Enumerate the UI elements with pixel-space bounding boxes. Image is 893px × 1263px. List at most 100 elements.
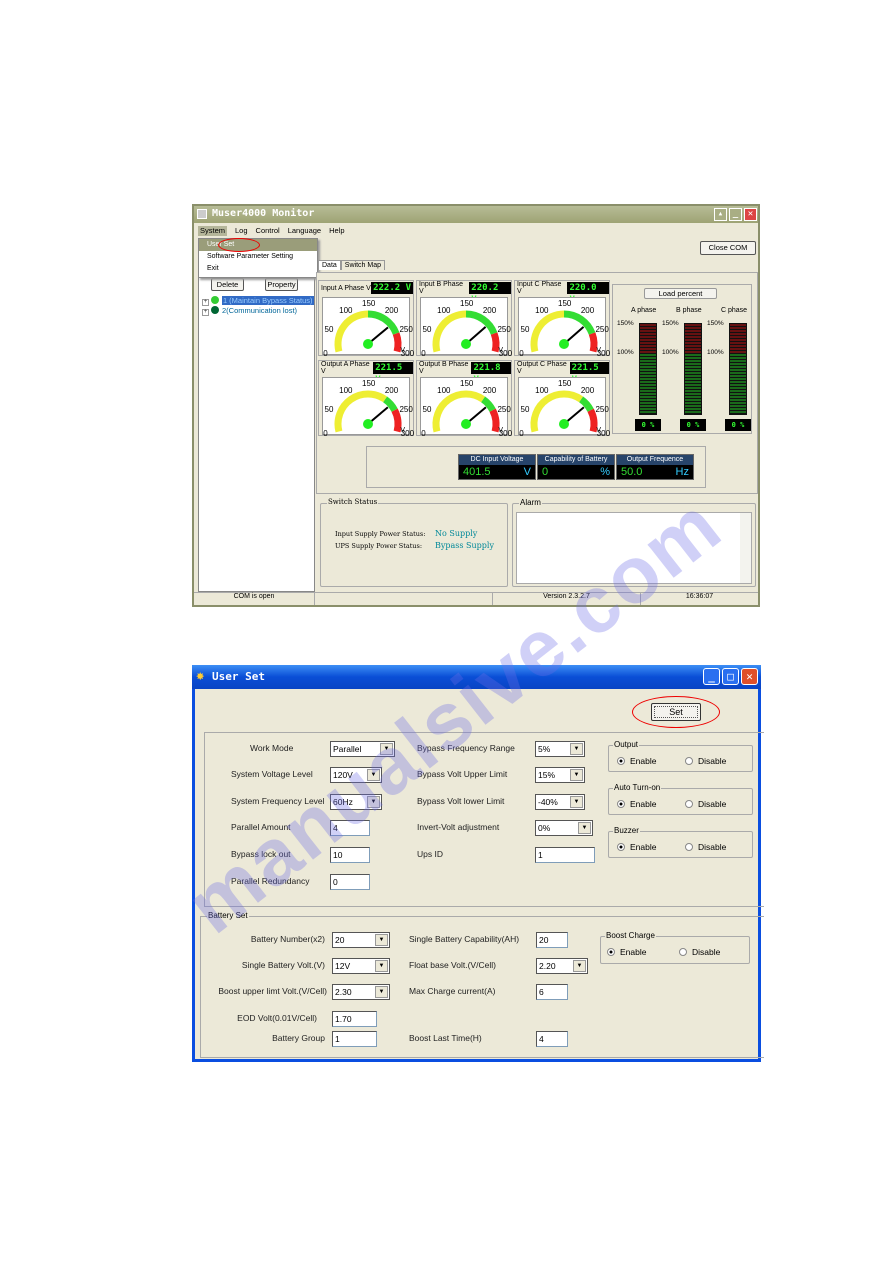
- chevron-down-icon[interactable]: ▼: [573, 960, 586, 972]
- load-bar-segment: [685, 378, 701, 380]
- auto-turn-on-disable-radio[interactable]: Disable: [685, 799, 726, 809]
- load-bar-segment: [730, 366, 746, 368]
- ups-id-input[interactable]: 1: [535, 847, 595, 863]
- output-disable-radio[interactable]: Disable: [685, 756, 726, 766]
- radio-icon[interactable]: [679, 948, 687, 956]
- chevron-down-icon[interactable]: ▼: [578, 822, 591, 834]
- menu-control[interactable]: Control: [256, 226, 280, 236]
- buzzer-disable-radio[interactable]: Disable: [685, 842, 726, 852]
- close-icon[interactable]: ✕: [741, 668, 758, 685]
- field-value: 6: [539, 987, 544, 997]
- radio-icon[interactable]: [607, 948, 615, 956]
- radio-icon[interactable]: [617, 757, 625, 765]
- field-value: 5%: [538, 744, 551, 754]
- tree-item[interactable]: +2(Communication lost): [202, 306, 314, 316]
- gauge-band: [392, 332, 402, 353]
- radio-icon[interactable]: [617, 843, 625, 851]
- tab-switch-map[interactable]: Switch Map: [340, 260, 385, 270]
- chevron-down-icon[interactable]: ▼: [367, 796, 380, 808]
- load-bar-segment: [730, 384, 746, 386]
- alarm-group: Alarm: [512, 498, 756, 587]
- expand-icon[interactable]: +: [202, 309, 209, 316]
- property-button[interactable]: Property: [265, 278, 298, 291]
- buzzer-enable-radio[interactable]: Enable: [617, 842, 656, 852]
- system-voltage-level-select[interactable]: 120V ▼: [330, 767, 382, 783]
- boost-charge-disable-radio[interactable]: Disable: [679, 947, 720, 957]
- radio-label: Enable: [630, 799, 657, 809]
- boost-upper-limt-volt-v-cell--select[interactable]: 2.30 ▼: [332, 984, 390, 1000]
- battery-group-input[interactable]: 1: [332, 1031, 377, 1047]
- load-bar-segment: [640, 375, 656, 377]
- field-label: Battery Group: [272, 1033, 325, 1043]
- minimize-icon[interactable]: _: [729, 208, 742, 221]
- gauge-hub: [461, 419, 471, 429]
- field-value: Parallel: [333, 744, 362, 754]
- menu-help[interactable]: Help: [329, 226, 344, 236]
- switch-status-group: Switch Status Input Supply Power Status:…: [320, 498, 508, 587]
- load-bar-segment: [730, 369, 746, 371]
- output-enable-radio[interactable]: Enable: [617, 756, 656, 766]
- radio-label: Disable: [698, 799, 727, 809]
- chevron-down-icon[interactable]: ▼: [570, 743, 583, 755]
- chevron-down-icon[interactable]: ▼: [375, 960, 388, 972]
- max-charge-current-a--input[interactable]: 6: [536, 984, 568, 1000]
- menu-item-exit[interactable]: Exit: [199, 263, 317, 275]
- auto-turn-on-enable-radio[interactable]: Enable: [617, 799, 656, 809]
- radio-label: Enable: [630, 756, 657, 766]
- parallel-amount-input[interactable]: 4: [330, 820, 370, 836]
- chevron-down-icon[interactable]: ▼: [375, 934, 388, 946]
- radio-icon[interactable]: [685, 757, 693, 765]
- chevron-down-icon[interactable]: ▼: [375, 986, 388, 998]
- gauge-dial: 0 50 100 150 200 250 300 V: [322, 297, 414, 358]
- menu-language[interactable]: Language: [288, 226, 321, 236]
- readout-output-frequence: Output Frequence 50.0 Hz: [616, 454, 694, 480]
- load-bar-segment: [730, 339, 746, 341]
- delete-button[interactable]: Delete: [211, 278, 244, 291]
- minimize-icon[interactable]: _: [703, 668, 720, 685]
- tab-data[interactable]: Data: [318, 260, 341, 270]
- float-base-volt-v-cell--select[interactable]: 2.20 ▼: [536, 958, 588, 974]
- boost-last-time-h--input[interactable]: 4: [536, 1031, 568, 1047]
- chevron-down-icon[interactable]: ▼: [570, 796, 583, 808]
- gauge-hub: [559, 419, 569, 429]
- parallel-redundancy-input[interactable]: 0: [330, 874, 370, 890]
- maximize-icon[interactable]: □: [722, 668, 739, 685]
- menu-system[interactable]: System: [198, 226, 228, 236]
- load-bar-segment: [640, 339, 656, 341]
- radio-icon[interactable]: [685, 800, 693, 808]
- field-value: 1: [538, 850, 543, 860]
- bypass-lock-out-input[interactable]: 10: [330, 847, 370, 863]
- field-label: Boost upper limt Volt.(V/Cell): [218, 986, 327, 996]
- gauge-header: Input A Phase V 222.2 V: [319, 281, 413, 295]
- battery-number-x2--select[interactable]: 20 ▼: [332, 932, 390, 948]
- load-bar-segment: [730, 360, 746, 362]
- field-value: 2.20: [539, 961, 556, 971]
- radio-icon[interactable]: [685, 843, 693, 851]
- expand-icon[interactable]: +: [202, 299, 209, 306]
- load-bar-segment: [685, 333, 701, 335]
- chevron-down-icon[interactable]: ▼: [380, 743, 393, 755]
- eod-volt-0-01v-cell--input[interactable]: 1.70: [332, 1011, 377, 1027]
- bypass-volt-upper-limit-select[interactable]: 15% ▼: [535, 767, 585, 783]
- single-battery-capability-ah--input[interactable]: 20: [536, 932, 568, 948]
- chevron-down-icon[interactable]: ▼: [367, 769, 380, 781]
- tree-item[interactable]: +1 (Maintain Bypass Status): [202, 296, 314, 306]
- boost-charge-enable-radio[interactable]: Enable: [607, 947, 646, 957]
- bypass-volt-lower-limit-select[interactable]: -40% ▼: [535, 794, 585, 810]
- gauge-dial: 0 50 100 150 200 250 300 V: [420, 377, 512, 438]
- close-com-button[interactable]: Close COM: [700, 241, 756, 255]
- menu-log[interactable]: Log: [235, 226, 248, 236]
- menu-item-software-parameter-setting[interactable]: Software Parameter Setting: [199, 251, 317, 263]
- work-mode-select[interactable]: Parallel ▼: [330, 741, 395, 757]
- system-frequency-level-select[interactable]: 60Hz ▼: [330, 794, 382, 810]
- close-icon[interactable]: ✕: [744, 208, 757, 221]
- alarm-scrollbar[interactable]: [740, 513, 751, 583]
- alarm-list[interactable]: [516, 512, 752, 584]
- radio-icon[interactable]: [617, 800, 625, 808]
- single-battery-volt-v--select[interactable]: 12V ▼: [332, 958, 390, 974]
- bypass-frequency-range-select[interactable]: 5% ▼: [535, 741, 585, 757]
- restore-icon[interactable]: ▴: [714, 208, 727, 221]
- chevron-down-icon[interactable]: ▼: [570, 769, 583, 781]
- gauge-tick-label: 250: [399, 405, 413, 415]
- invert-volt-adjustment-select[interactable]: 0% ▼: [535, 820, 593, 836]
